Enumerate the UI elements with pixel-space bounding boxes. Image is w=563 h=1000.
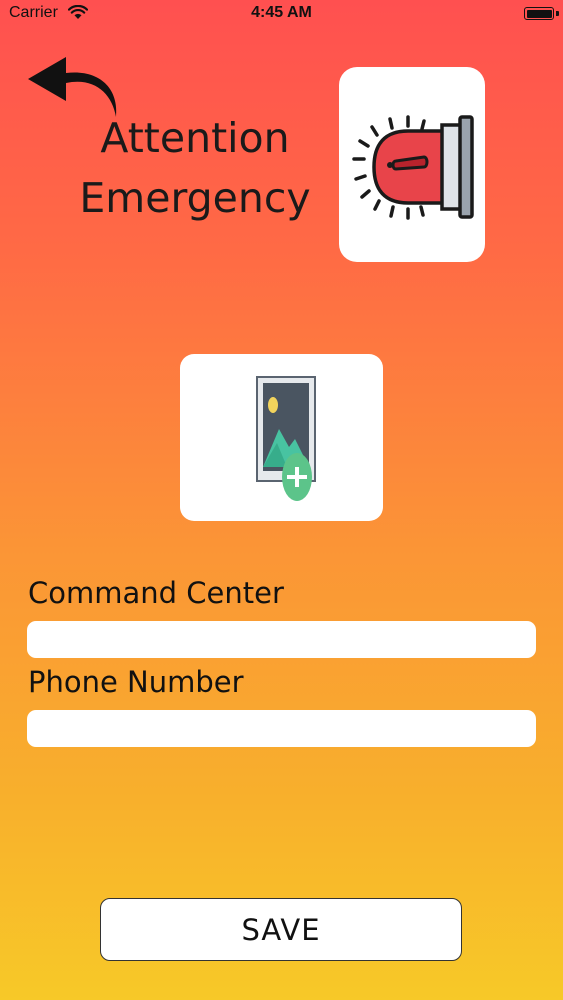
add-photo-icon xyxy=(255,375,316,501)
status-time: 4:45 AM xyxy=(251,4,312,21)
phone-number-label: Phone Number xyxy=(28,665,244,699)
page-title: Attention Emergency xyxy=(70,108,320,228)
siren-icon xyxy=(352,114,474,220)
add-photo-button[interactable] xyxy=(180,354,383,521)
title-line2: Emergency xyxy=(79,174,311,222)
siren-card xyxy=(339,67,485,262)
battery-icon xyxy=(524,7,554,20)
command-center-label: Command Center xyxy=(28,576,284,610)
phone-number-input[interactable] xyxy=(27,710,536,747)
save-button[interactable]: SAVE xyxy=(100,898,462,961)
status-bar: Carrier 4:45 AM xyxy=(0,0,563,30)
battery-cap xyxy=(556,11,559,16)
command-center-input[interactable] xyxy=(27,621,536,658)
title-line1: Attention xyxy=(100,114,290,162)
